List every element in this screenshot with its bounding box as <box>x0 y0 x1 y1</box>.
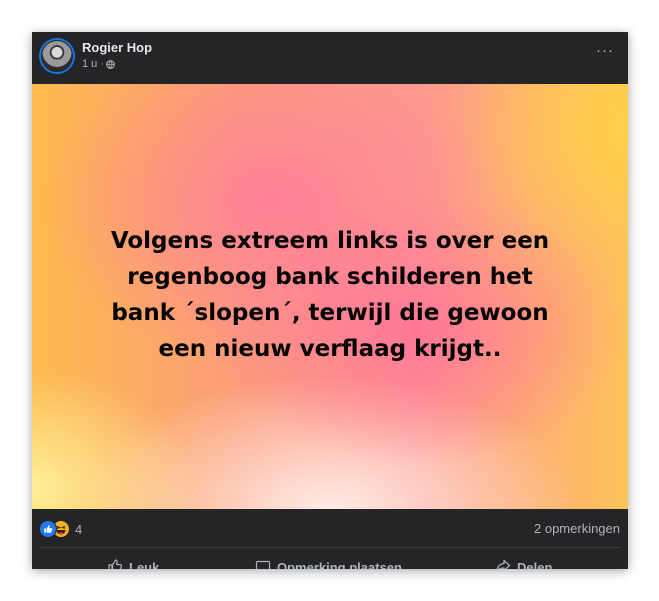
post-card: Rogier Hop 1 u · ··· Volgens extreem lin… <box>32 32 628 569</box>
reactions-summary[interactable]: 4 <box>39 520 82 538</box>
like-icon <box>39 520 57 538</box>
post-actions: Leuk Opmerking plaatsen Delen <box>32 548 628 569</box>
globe-icon <box>106 59 115 69</box>
comment-icon <box>255 558 271 569</box>
post-time[interactable]: 1 u · <box>82 58 104 70</box>
post-header: Rogier Hop 1 u · ··· <box>32 32 628 84</box>
share-label: Delen <box>517 560 553 569</box>
share-button[interactable]: Delen <box>495 558 552 569</box>
like-button[interactable]: Leuk <box>107 558 159 569</box>
post-meta: 1 u · <box>82 58 115 70</box>
share-icon <box>495 558 511 569</box>
reaction-count: 4 <box>75 521 83 537</box>
more-options-button[interactable]: ··· <box>596 43 614 58</box>
comment-label: Opmerking plaatsen <box>277 560 402 569</box>
post-text: Volgens extreem links is over een regenb… <box>110 227 550 362</box>
post-stats: 4 2 opmerkingen <box>32 509 628 547</box>
avatar-image <box>41 40 73 72</box>
post-background: Volgens extreem links is over een regenb… <box>32 84 628 509</box>
author-name[interactable]: Rogier Hop <box>82 40 152 55</box>
comment-button[interactable]: Opmerking plaatsen <box>255 558 402 569</box>
thumbs-up-icon <box>107 558 123 569</box>
like-label: Leuk <box>129 560 160 569</box>
comments-count-link[interactable]: 2 opmerkingen <box>534 521 620 536</box>
avatar[interactable] <box>39 38 75 74</box>
